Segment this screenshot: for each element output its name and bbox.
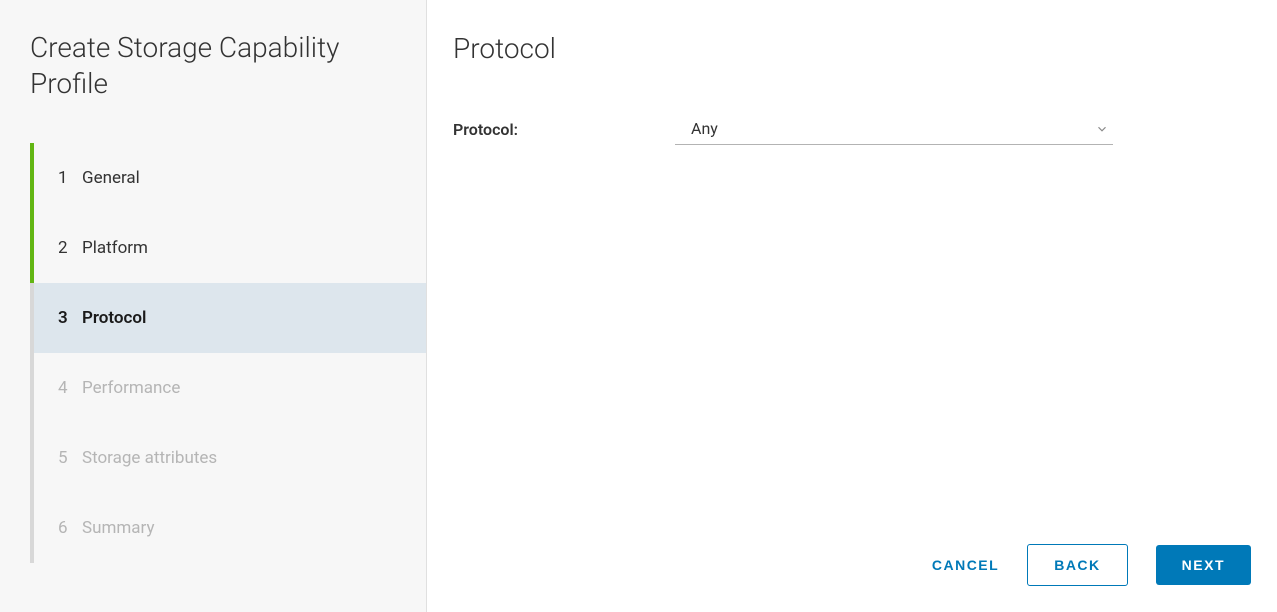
protocol-row: Protocol: Any xyxy=(453,113,1251,145)
next-button[interactable]: NEXT xyxy=(1156,545,1251,585)
step-label: Performance xyxy=(82,378,180,398)
step-storage-attributes[interactable]: 5 Storage attributes xyxy=(30,423,426,493)
step-general[interactable]: 1 General xyxy=(30,143,426,213)
step-label: Summary xyxy=(82,518,154,538)
cancel-button[interactable]: CANCEL xyxy=(932,557,999,573)
step-label: Protocol xyxy=(82,308,146,328)
page-heading: Protocol xyxy=(453,32,1251,65)
step-protocol[interactable]: 3 Protocol xyxy=(30,283,426,353)
step-platform[interactable]: 2 Platform xyxy=(30,213,426,283)
main-panel: Protocol Protocol: Any CANCEL BACK NEXT xyxy=(427,0,1277,612)
step-number: 3 xyxy=(58,308,70,328)
protocol-label: Protocol: xyxy=(453,120,675,139)
protocol-select-value: Any xyxy=(691,119,718,138)
step-number: 4 xyxy=(58,378,70,398)
back-button[interactable]: BACK xyxy=(1027,544,1127,586)
step-number: 2 xyxy=(58,238,70,258)
step-number: 1 xyxy=(58,168,70,188)
step-number: 5 xyxy=(58,448,70,468)
protocol-select[interactable]: Any xyxy=(675,113,1113,145)
step-number: 6 xyxy=(58,518,70,538)
wizard-steps: 1 General 2 Platform 3 Protocol 4 Perfor… xyxy=(30,143,426,563)
step-performance[interactable]: 4 Performance xyxy=(30,353,426,423)
wizard-sidebar: Create Storage Capability Profile 1 Gene… xyxy=(0,0,427,612)
step-label: Platform xyxy=(82,238,148,258)
wizard-title: Create Storage Capability Profile xyxy=(30,30,426,103)
chevron-down-icon xyxy=(1095,122,1109,136)
step-label: General xyxy=(82,168,140,188)
wizard-footer: CANCEL BACK NEXT xyxy=(932,544,1251,586)
step-label: Storage attributes xyxy=(82,448,217,468)
step-summary[interactable]: 6 Summary xyxy=(30,493,426,563)
